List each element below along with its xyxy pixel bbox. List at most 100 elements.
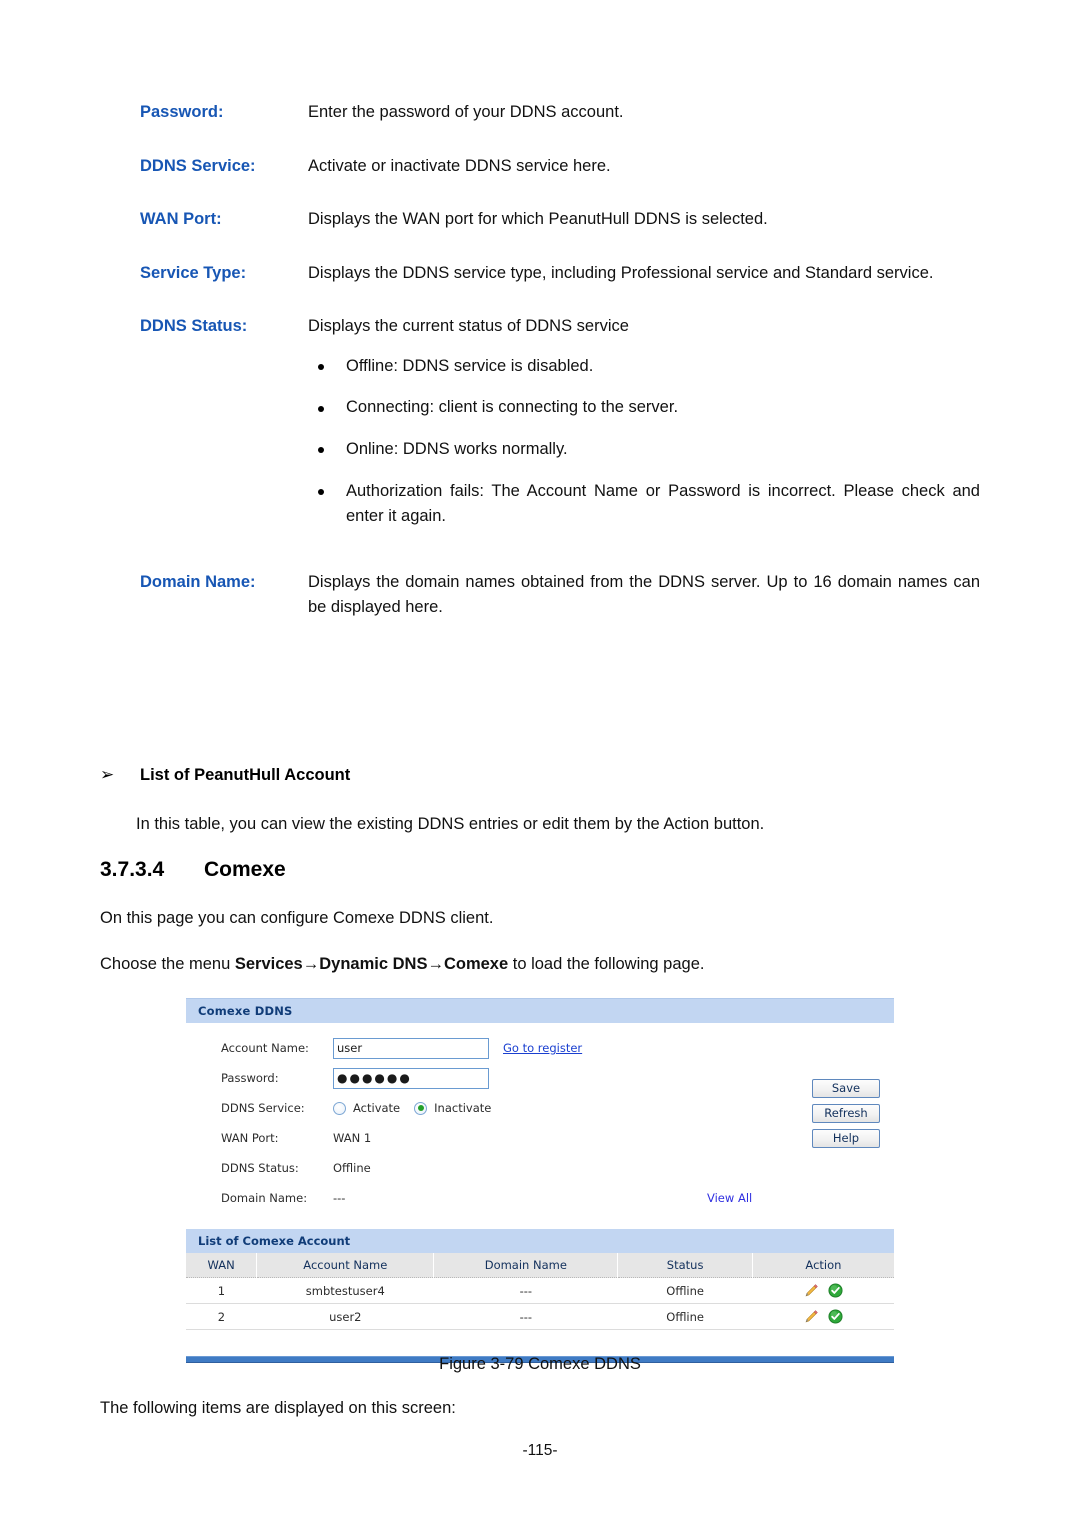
definition-description: Displays the current status of DDNS serv… bbox=[308, 317, 629, 336]
status-bullet-item: Authorization fails: The Account Name or… bbox=[308, 479, 980, 530]
account-name-field-group: Go to register bbox=[333, 1037, 582, 1059]
enable-check-icon[interactable] bbox=[828, 1309, 843, 1324]
comexe-account-table: WAN Account Name Domain Name Status Acti… bbox=[186, 1253, 894, 1330]
table-head: WAN Account Name Domain Name Status Acti… bbox=[186, 1253, 894, 1278]
bullet-dot-icon bbox=[318, 405, 324, 412]
edit-pencil-icon[interactable] bbox=[804, 1283, 819, 1298]
form-row-ddns-service: DDNS Service: Activate Inactivate bbox=[187, 1093, 894, 1123]
definition-term: Service Type: bbox=[140, 263, 247, 282]
view-all-link[interactable]: View All bbox=[707, 1191, 752, 1205]
document-page: Password: Enter the password of your DDN… bbox=[0, 0, 1080, 1527]
password-field-group bbox=[333, 1067, 489, 1089]
go-to-register-link[interactable]: Go to register bbox=[503, 1041, 582, 1055]
help-button[interactable]: Help bbox=[812, 1129, 880, 1148]
bullet-dot-icon bbox=[318, 364, 324, 371]
wan-port-label: WAN Port: bbox=[221, 1131, 279, 1145]
definition-description-block: Displays the current status of DDNS serv… bbox=[308, 314, 980, 529]
panel-bottom-space bbox=[186, 1330, 894, 1356]
radio-inactivate-label: Inactivate bbox=[434, 1101, 492, 1115]
cell-wan: 2 bbox=[186, 1303, 257, 1330]
account-name-input[interactable] bbox=[333, 1037, 489, 1059]
status-bullet-text: Connecting: client is connecting to the … bbox=[346, 398, 679, 417]
panel-action-buttons: Save Refresh Help bbox=[812, 1079, 880, 1148]
edit-pencil-icon[interactable] bbox=[804, 1309, 819, 1324]
definition-term: Password: bbox=[140, 103, 224, 121]
status-bullet-item: Online: DDNS works normally. bbox=[308, 437, 980, 463]
table-header-status: Status bbox=[617, 1253, 753, 1278]
status-bullet-list: Offline: DDNS service is disabled. Conne… bbox=[308, 354, 980, 530]
cell-domain-name: --- bbox=[433, 1277, 618, 1304]
menu-arrow-2-icon: → bbox=[427, 955, 444, 973]
cell-action bbox=[752, 1303, 894, 1330]
status-bullet-item: Connecting: client is connecting to the … bbox=[308, 395, 980, 421]
bullet-dot-icon bbox=[318, 447, 324, 454]
section-number: 3.7.3.4 bbox=[100, 858, 165, 881]
table-row: 2 user2 --- Offline bbox=[186, 1303, 894, 1330]
definition-row-domain-name: Domain Name: Displays the domain names o… bbox=[100, 570, 980, 621]
definition-row-password: Password: Enter the password of your DDN… bbox=[100, 100, 980, 126]
menu-item-services: Services bbox=[234, 955, 303, 973]
radio-activate-label: Activate bbox=[353, 1101, 401, 1115]
enable-check-icon[interactable] bbox=[828, 1283, 843, 1298]
cell-status: Offline bbox=[617, 1277, 753, 1304]
table-header-row: WAN Account Name Domain Name Status Acti… bbox=[186, 1253, 894, 1278]
table-header-wan: WAN bbox=[186, 1253, 258, 1278]
arrow-heading: ➢ List of PeanutHull Account bbox=[100, 765, 350, 785]
ddns-status-label: DDNS Status: bbox=[221, 1161, 299, 1175]
status-bullet-text: Offline: DDNS service is disabled. bbox=[346, 356, 594, 375]
table-header-action: Action bbox=[752, 1253, 894, 1278]
definition-term: WAN Port: bbox=[140, 210, 222, 229]
definition-row-ddns-service: DDNS Service: Activate or inactivate DDN… bbox=[100, 154, 980, 180]
definition-description: Displays the WAN port for which PeanutHu… bbox=[308, 210, 768, 229]
table-row: 1 smbtestuser4 --- Offline bbox=[186, 1277, 894, 1304]
radio-option-inactivate[interactable]: Inactivate bbox=[414, 1101, 491, 1115]
password-label: Password: bbox=[221, 1071, 279, 1085]
cell-status: Offline bbox=[617, 1303, 753, 1330]
section-heading: 3.7.3.4 Comexe bbox=[100, 858, 286, 882]
cell-domain-name: --- bbox=[433, 1303, 618, 1330]
radio-option-activate[interactable]: Activate bbox=[333, 1101, 400, 1115]
password-input[interactable] bbox=[333, 1067, 489, 1089]
save-button[interactable]: Save bbox=[812, 1079, 880, 1098]
form-row-domain-name: Domain Name: --- View All bbox=[187, 1183, 894, 1213]
ddns-service-field-group: Activate Inactivate bbox=[333, 1101, 505, 1115]
choose-prefix: Choose the menu bbox=[100, 955, 235, 973]
domain-name-label: Domain Name: bbox=[221, 1191, 308, 1205]
radio-activate-icon[interactable] bbox=[333, 1101, 346, 1115]
radio-inactivate-icon[interactable] bbox=[414, 1101, 428, 1115]
paragraph-on-page: On this page you can configure Comexe DD… bbox=[100, 909, 494, 927]
refresh-button[interactable]: Refresh bbox=[812, 1104, 880, 1123]
page-number: -115- bbox=[522, 1442, 558, 1459]
table-header-account-name: Account Name bbox=[256, 1253, 435, 1278]
arrow-heading-text: List of PeanutHull Account bbox=[140, 766, 351, 784]
table-title-list-of-comexe-account: List of Comexe Account bbox=[186, 1229, 894, 1253]
definition-row-wan-port: WAN Port: Displays the WAN port for whic… bbox=[100, 207, 980, 233]
figure-caption: Figure 3-79 Comexe DDNS bbox=[439, 1355, 641, 1373]
account-name-label: Account Name: bbox=[221, 1041, 309, 1055]
paragraph-choose-menu: Choose the menu Services→Dynamic DNS→Com… bbox=[100, 952, 980, 978]
menu-item-dynamic-dns: Dynamic DNS bbox=[319, 955, 428, 973]
cell-action bbox=[752, 1277, 894, 1304]
definition-description: Activate or inactivate DDNS service here… bbox=[308, 156, 611, 175]
bullet-dot-icon bbox=[318, 488, 324, 495]
definition-description: Displays the domain names obtained from … bbox=[308, 572, 980, 617]
table-header-domain-name: Domain Name bbox=[433, 1253, 619, 1278]
definition-term: DDNS Status: bbox=[140, 317, 248, 336]
cell-wan: 1 bbox=[186, 1277, 257, 1304]
section-title: Comexe bbox=[204, 858, 286, 881]
definition-description: Enter the password of your DDNS account. bbox=[308, 103, 624, 121]
action-icons bbox=[752, 1309, 894, 1324]
paragraph-following-items: The following items are displayed on thi… bbox=[100, 1399, 456, 1417]
status-bullet-text: Online: DDNS works normally. bbox=[346, 439, 568, 458]
form-row-ddns-status: DDNS Status: Offline bbox=[187, 1153, 894, 1183]
form-row-wan-port: WAN Port: WAN 1 bbox=[187, 1123, 894, 1153]
definition-list: Password: Enter the password of your DDN… bbox=[100, 100, 980, 649]
panel-body: Save Refresh Help Account Name: Go to re… bbox=[186, 1023, 894, 1221]
comexe-ddns-screenshot: Comexe DDNS Save Refresh Help Account Na… bbox=[186, 998, 894, 1363]
form-row-account-name: Account Name: Go to register bbox=[187, 1033, 894, 1063]
wan-port-value: WAN 1 bbox=[333, 1131, 372, 1145]
status-bullet-item: Offline: DDNS service is disabled. bbox=[308, 354, 980, 380]
ddns-status-value: Offline bbox=[333, 1161, 371, 1175]
definition-description: Displays the DDNS service type, includin… bbox=[308, 263, 934, 282]
table-body: 1 smbtestuser4 --- Offline 2 user2 --- O… bbox=[186, 1277, 894, 1330]
